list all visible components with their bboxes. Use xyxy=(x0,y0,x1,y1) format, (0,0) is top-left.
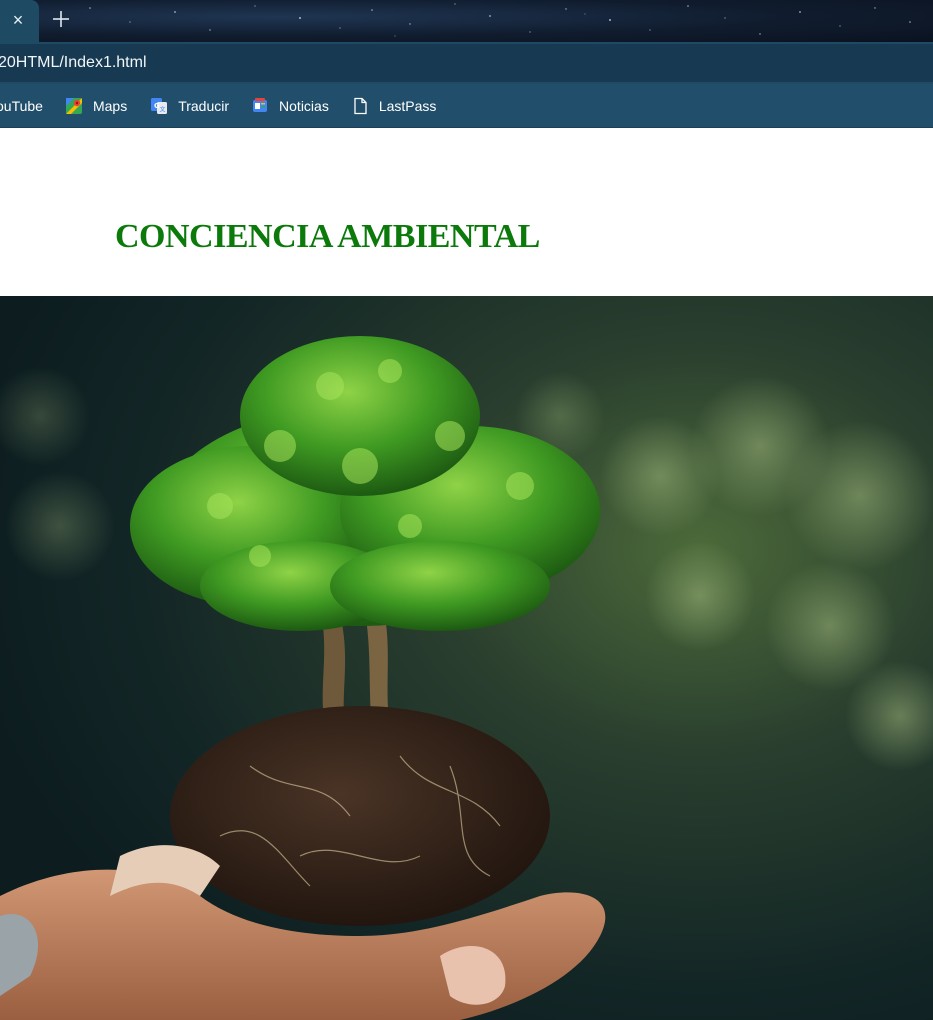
address-bar: 20HTML/Index1.html xyxy=(0,42,933,84)
plus-icon xyxy=(53,11,69,27)
translate-icon: G 文 xyxy=(149,96,169,116)
maps-icon xyxy=(64,96,84,116)
news-icon xyxy=(250,96,270,116)
page-icon xyxy=(350,96,370,116)
bookmark-label: ouTube xyxy=(0,97,43,114)
tab-strip: × xyxy=(0,0,933,42)
active-tab[interactable]: × xyxy=(0,0,39,42)
close-icon: × xyxy=(12,9,24,30)
close-tab-button[interactable]: × xyxy=(0,0,36,40)
bookmark-lastpass[interactable]: LastPass xyxy=(350,91,447,121)
svg-text:文: 文 xyxy=(160,105,166,113)
hands-holding-tree-illustration xyxy=(0,296,933,1020)
url-field[interactable]: 20HTML/Index1.html xyxy=(0,44,933,82)
bookmark-label: Traducir xyxy=(178,97,230,114)
url-text: 20HTML/Index1.html xyxy=(0,54,147,71)
hero-image xyxy=(0,296,933,1020)
page-title: CONCIENCIA AMBIENTAL xyxy=(115,218,540,255)
bookmark-label: LastPass xyxy=(378,97,437,114)
bookmark-maps[interactable]: Maps xyxy=(64,91,149,121)
bookmark-noticias[interactable]: Noticias xyxy=(250,91,350,121)
bookmark-label: Maps xyxy=(92,97,128,114)
web-page: CONCIENCIA AMBIENTAL xyxy=(0,129,933,1020)
bookmark-label: Noticias xyxy=(279,97,329,114)
new-tab-button[interactable] xyxy=(47,5,75,33)
bookmark-traducir[interactable]: G 文 Traducir xyxy=(149,91,250,121)
bookmarks-bar: ouTube Maps G 文 Traducir Noticias LastPa… xyxy=(0,84,933,128)
bookmark-youtube[interactable]: ouTube xyxy=(0,91,64,121)
starry-background xyxy=(89,3,911,37)
